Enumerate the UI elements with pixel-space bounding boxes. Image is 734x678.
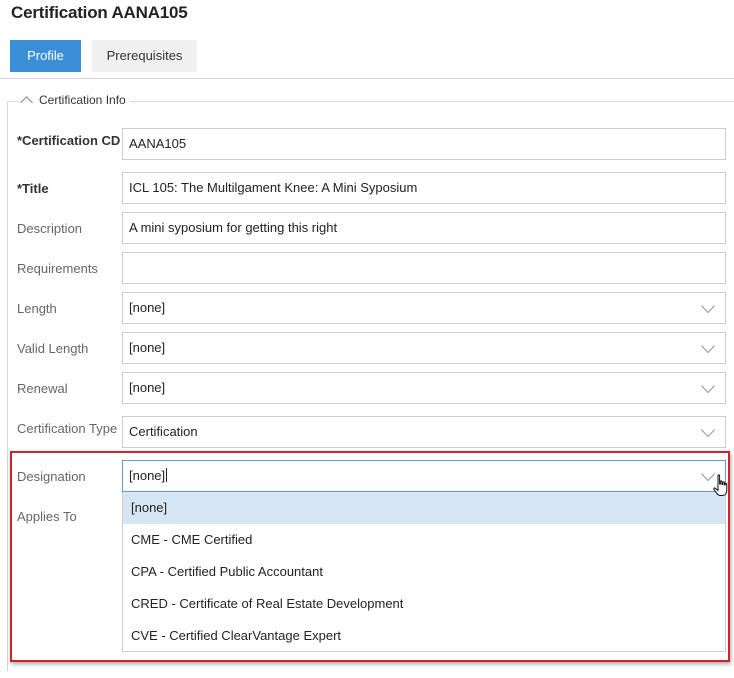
renewal-value: [none] [129, 380, 166, 395]
chevron-down-icon[interactable] [700, 338, 716, 354]
chevron-up-icon[interactable] [20, 96, 33, 109]
requirements-label: Requirements [17, 261, 98, 276]
tab-divider [0, 78, 734, 79]
certification-cd-label: *Certification CD [17, 133, 121, 148]
designation-option[interactable]: [none] [123, 492, 725, 524]
valid-length-select[interactable]: [none] [122, 332, 726, 364]
section-legend[interactable]: Certification Info [18, 93, 130, 109]
certification-cd-input[interactable]: AANA105 [122, 128, 726, 160]
length-value: [none] [129, 300, 166, 315]
designation-value: [none] [129, 468, 166, 483]
requirements-input[interactable] [122, 252, 726, 284]
valid-length-value: [none] [129, 340, 166, 355]
designation-label: Designation [17, 469, 86, 484]
designation-select[interactable]: [none] [122, 460, 726, 492]
certification-type-select[interactable]: Certification [122, 416, 726, 448]
hand-cursor-icon [713, 474, 728, 496]
chevron-down-icon[interactable] [700, 422, 716, 438]
valid-length-label: Valid Length [17, 341, 89, 356]
length-select[interactable]: [none] [122, 292, 726, 324]
designation-option[interactable]: CRED - Certificate of Real Estate Develo… [123, 588, 725, 620]
renewal-select[interactable]: [none] [122, 372, 726, 404]
designation-option[interactable]: CME - CME Certified [123, 524, 725, 556]
description-label: Description [17, 221, 83, 236]
designation-option[interactable]: CPA - Certified Public Accountant [123, 556, 725, 588]
renewal-label: Renewal [17, 381, 68, 396]
designation-dropdown-list: [none] CME - CME Certified CPA - Certifi… [122, 492, 726, 652]
length-label: Length [17, 301, 57, 316]
chevron-down-icon[interactable] [700, 298, 716, 314]
designation-option[interactable]: CVE - Certified ClearVantage Expert [123, 620, 725, 652]
section-legend-label: Certification Info [39, 93, 126, 107]
page-title: Certification AANA105 [11, 3, 188, 22]
text-caret [166, 468, 168, 482]
tab-prerequisites[interactable]: Prerequisites [92, 40, 197, 72]
applies-to-label: Applies To [17, 509, 77, 524]
description-input[interactable]: A mini syposium for getting this right [122, 212, 726, 244]
tab-profile[interactable]: Profile [10, 40, 81, 72]
chevron-down-icon[interactable] [700, 378, 716, 394]
title-label: *Title [17, 181, 49, 196]
title-input[interactable]: ICL 105: The Multilgament Knee: A Mini S… [122, 172, 726, 204]
certification-type-label: Certification Type [17, 421, 118, 436]
certification-type-value: Certification [129, 424, 198, 439]
